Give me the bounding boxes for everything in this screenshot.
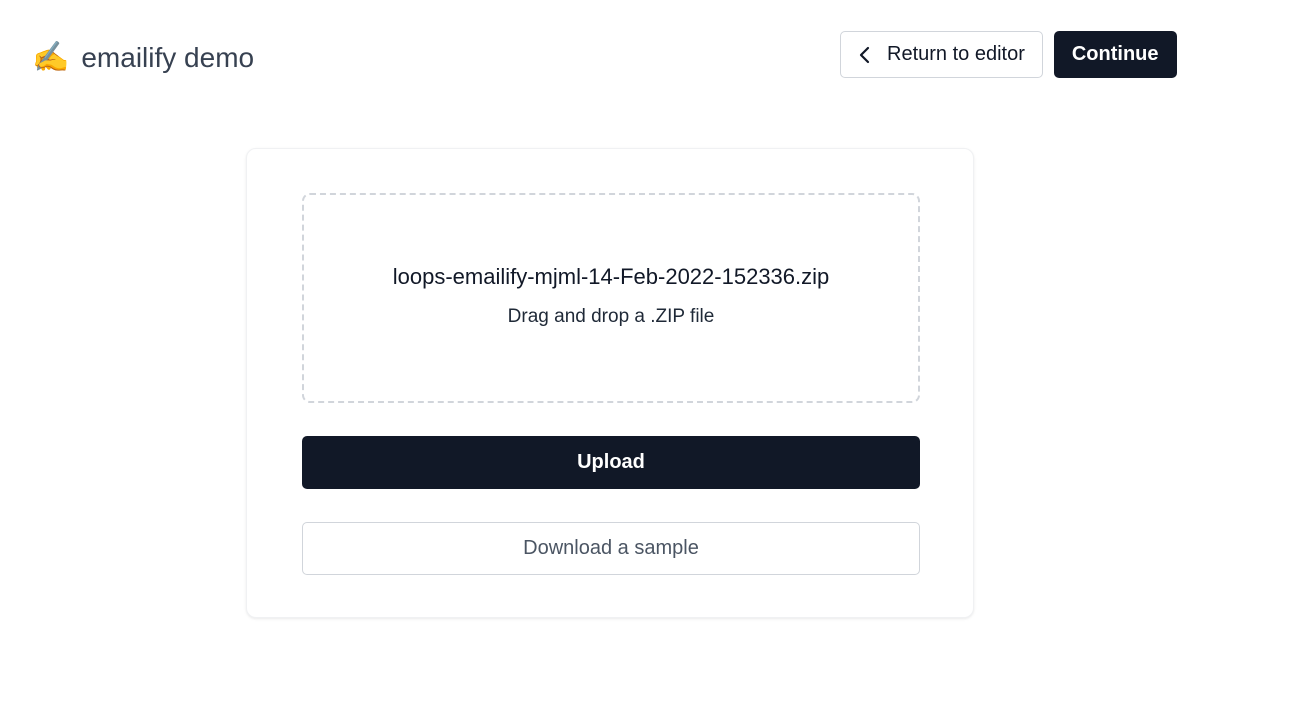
download-sample-button[interactable]: Download a sample [302,522,920,575]
upload-card: loops-emailify-mjml-14-Feb-2022-152336.z… [246,148,974,618]
return-to-editor-button[interactable]: Return to editor [840,31,1043,78]
upload-button[interactable]: Upload [302,436,920,489]
continue-button[interactable]: Continue [1053,31,1177,78]
file-dropzone[interactable]: loops-emailify-mjml-14-Feb-2022-152336.z… [302,193,920,403]
chevron-left-icon [857,46,871,64]
selected-filename: loops-emailify-mjml-14-Feb-2022-152336.z… [392,264,830,289]
brand: ✍️ emailify demo [32,40,254,76]
writing-hand-icon: ✍️ [32,41,70,74]
header-actions: Return to editor Continue [840,31,1177,78]
return-to-editor-label: Return to editor [887,43,1025,65]
dropzone-hint: Drag and drop a .ZIP file [507,306,715,327]
page: ✍️ emailify demo Return to editor Contin… [0,0,1310,712]
app-title: emailify demo [81,42,255,73]
